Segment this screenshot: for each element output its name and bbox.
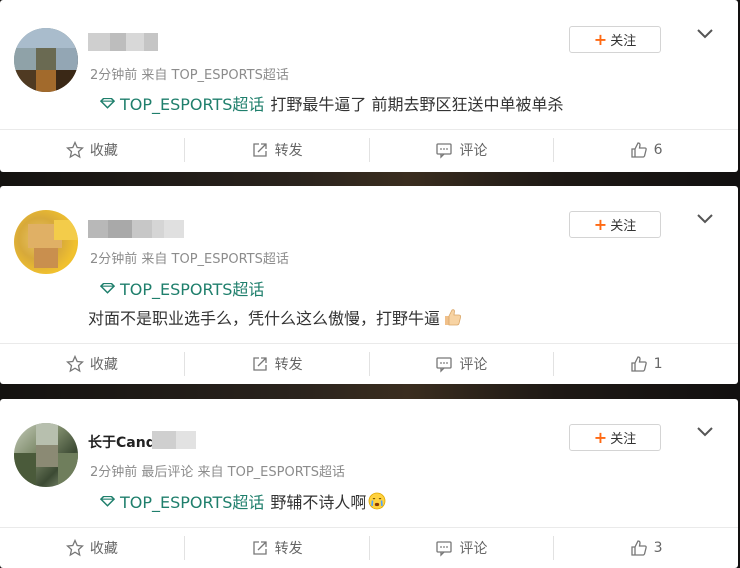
post-content: TOP_ESPORTS超话 野辅不诗人啊 [100,489,386,513]
topic-link[interactable]: TOP_ESPORTS超话 [100,489,264,513]
repost-icon [252,142,267,157]
comment-icon [436,142,453,159]
supertopic-icon [100,495,115,507]
like-count: 3 [653,539,663,556]
repost-icon [252,356,267,371]
comment-icon [436,356,453,373]
like-count: 1 [653,355,663,372]
topic-label: TOP_ESPORTS超话 [120,95,265,114]
repost-label: 转发 [274,540,303,557]
thumbs-up-icon [631,355,647,372]
post-content: 对面不是职业选手么，凭什么这么傲慢，打野牛逼 [88,305,462,329]
follow-button[interactable]: + 关注 [569,211,661,238]
crying-emoji-icon [369,492,386,510]
username-redacted [152,431,196,449]
favorite-label: 收藏 [89,540,118,557]
chevron-down-icon[interactable] [696,426,714,438]
action-bar: 收藏 转发 评论 1 [0,343,738,383]
favorite-button[interactable]: 收藏 [0,535,185,560]
comment-button[interactable]: 评论 [370,535,555,560]
post-meta: 2分钟前 最后评论 来自 TOP_ESPORTS超话 [90,465,345,480]
comment-label: 评论 [459,540,488,557]
repost-label: 转发 [274,356,303,373]
weibo-feed: 2分钟前 来自 TOP_ESPORTS超话 + 关注 TOP_ESPORTS超话… [0,0,740,568]
topic-label: TOP_ESPORTS超话 [120,493,265,512]
username-redacted[interactable] [88,33,158,51]
star-icon [65,140,84,158]
follow-button[interactable]: + 关注 [569,424,661,451]
like-count: 6 [653,141,663,158]
plus-icon: + [593,29,608,49]
action-bar: 收藏 转发 评论 3 [0,527,738,567]
like-button[interactable]: 1 [554,352,738,376]
follow-label: 关注 [610,432,637,447]
plus-icon: + [593,214,608,234]
thumbs-up-emoji-icon [445,309,462,326]
post-meta: 2分钟前 来自 TOP_ESPORTS超话 [90,252,289,267]
supertopic-icon [100,282,115,294]
favorite-button[interactable]: 收藏 [0,351,185,376]
post-content: TOP_ESPORTS超话 打野最牛逼了 前期去野区狂送中单被单杀 [100,91,564,115]
follow-button[interactable]: + 关注 [569,26,661,53]
post-meta: 2分钟前 来自 TOP_ESPORTS超话 [90,68,289,83]
repost-label: 转发 [274,142,303,159]
like-button[interactable]: 6 [554,138,738,162]
post-text: 对面不是职业选手么，凭什么这么傲慢，打野牛逼 [88,309,441,328]
thumbs-up-icon [631,141,647,158]
favorite-label: 收藏 [89,356,118,373]
avatar[interactable] [14,423,78,487]
comment-label: 评论 [459,142,488,159]
thumbs-up-icon [631,539,647,556]
repost-button[interactable]: 转发 [185,535,370,560]
chevron-down-icon[interactable] [696,28,714,40]
post-card-2: 2分钟前 来自 TOP_ESPORTS超话 + 关注 TOP_ESPORTS超话… [0,186,738,384]
star-icon [65,354,84,372]
post-card-3: 长于Candle 2分钟前 最后评论 来自 TOP_ESPORTS超话 + 关注… [0,399,738,568]
avatar[interactable] [14,28,78,92]
comment-label: 评论 [459,356,488,373]
post-text: 野辅不诗人啊 [270,493,367,512]
topic-link[interactable]: TOP_ESPORTS超话 [100,91,264,115]
comment-icon [436,540,453,557]
supertopic-icon [100,97,115,109]
favorite-label: 收藏 [89,142,118,159]
like-button[interactable]: 3 [554,536,738,560]
plus-icon: + [593,427,608,447]
repost-button[interactable]: 转发 [185,351,370,376]
comment-button[interactable]: 评论 [370,351,555,376]
topic-label: TOP_ESPORTS超话 [120,280,265,299]
action-bar: 收藏 转发 评论 6 [0,129,738,169]
repost-icon [252,540,267,555]
follow-label: 关注 [610,34,637,49]
comment-button[interactable]: 评论 [370,137,555,162]
username-redacted[interactable] [88,220,184,238]
topic-link[interactable]: TOP_ESPORTS超话 [100,276,264,300]
star-icon [65,538,84,556]
post-card-1: 2分钟前 来自 TOP_ESPORTS超话 + 关注 TOP_ESPORTS超话… [0,0,738,172]
favorite-button[interactable]: 收藏 [0,137,185,162]
chevron-down-icon[interactable] [696,213,714,225]
post-text: 打野最牛逼了 前期去野区狂送中单被单杀 [270,95,564,114]
post-topic-line: TOP_ESPORTS超话 [100,276,264,300]
follow-label: 关注 [610,219,637,234]
repost-button[interactable]: 转发 [185,137,370,162]
avatar[interactable] [14,210,78,274]
